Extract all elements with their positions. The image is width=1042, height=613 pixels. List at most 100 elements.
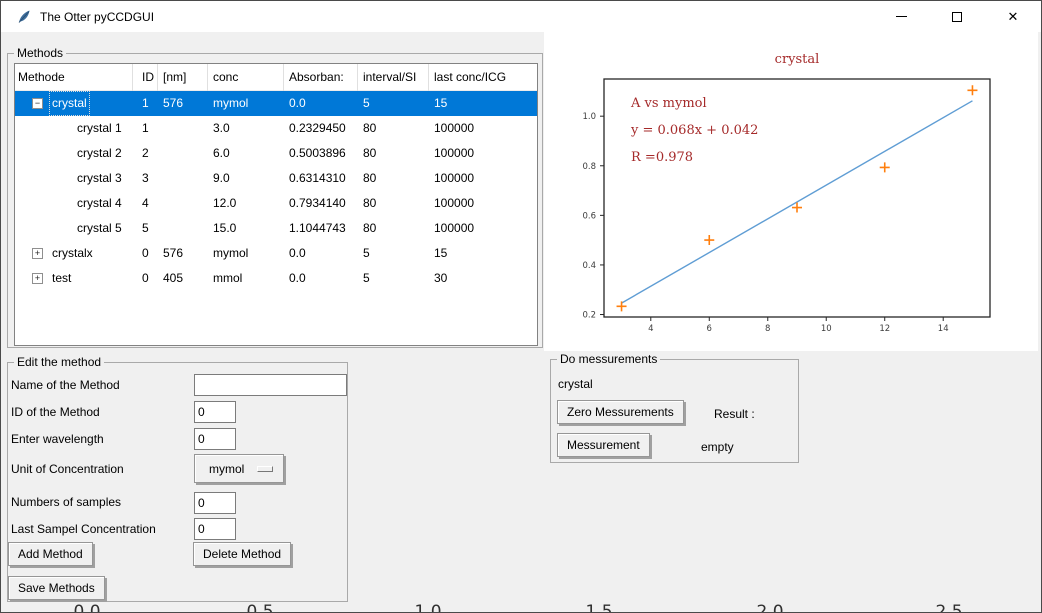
minimize-button[interactable]: [873, 1, 929, 32]
window-title: The Otter pyCCDGUI: [40, 10, 154, 24]
expand-icon[interactable]: +: [32, 248, 43, 259]
tree-row-label: crystal 4: [74, 191, 125, 216]
maximize-icon: [952, 12, 962, 22]
maximize-button[interactable]: [929, 1, 985, 32]
app-window: The Otter pyCCDGUI ✕ crystal4681012140.2…: [0, 0, 1042, 613]
column-header-id[interactable]: ID: [133, 64, 158, 91]
unit-of-concentration-label: Unit of Concentration: [11, 462, 124, 476]
unit-dropdown[interactable]: mymol: [194, 454, 284, 483]
numbers-of-samples-label: Numbers of samples: [11, 495, 121, 509]
calibration-plot: crystal4681012140.20.40.60.81.0A vs mymo…: [544, 32, 1038, 351]
tree-cell: 5: [358, 241, 429, 266]
measurements-panel-label: Do messurements: [557, 352, 660, 366]
column-header-conc[interactable]: conc: [208, 64, 284, 91]
selected-method-label: crystal: [558, 377, 593, 391]
tree-cell: 80: [358, 141, 429, 166]
tree-cell: 576: [158, 91, 208, 116]
tree-cell: 15.0: [208, 216, 284, 241]
zero-measurements-button[interactable]: Zero Messurements: [557, 400, 684, 424]
name-of-method-label: Name of the Method: [11, 378, 120, 392]
last-sample-concentration-label: Last Sampel Concentration: [11, 522, 156, 536]
tree-cell: 0: [133, 241, 158, 266]
wavelength-input[interactable]: [194, 428, 236, 450]
tree-cell: 4: [133, 191, 158, 216]
tree-cell: 1: [133, 91, 158, 116]
background-tick-label: 2.5: [935, 602, 962, 613]
background-tick-label: 2.0: [756, 602, 783, 613]
x-tick-label: 4: [648, 324, 653, 334]
tree-cell: 5: [133, 216, 158, 241]
column-header-last-conc-icg[interactable]: last conc/ICG: [429, 64, 538, 91]
tree-row-label: crystal 5: [74, 216, 125, 241]
background-tick-label: 0.5: [246, 602, 273, 613]
column-header--nm-[interactable]: [nm]: [158, 64, 208, 91]
plot-title: crystal: [775, 52, 820, 67]
tree-cell: 9.0: [208, 166, 284, 191]
tree-cell: 0.0: [284, 91, 358, 116]
minimize-icon: [896, 16, 907, 17]
tree-cell: mmol: [208, 266, 284, 291]
delete-method-button[interactable]: Delete Method: [193, 542, 291, 566]
tree-row-crystal-5[interactable]: crystal 5515.01.104474380100000: [15, 216, 537, 241]
plot-annotation: A vs mymol: [630, 96, 707, 111]
tree-cell: mymol: [208, 91, 284, 116]
tree-row-crystal[interactable]: −crystal1576mymol0.0515: [15, 91, 537, 116]
tree-cell: 100000: [429, 166, 538, 191]
tree-row-test[interactable]: +test0405mmol0.0530: [15, 266, 537, 291]
tree-cell: 100000: [429, 216, 538, 241]
data-point-marker: [880, 162, 890, 172]
tree-cell: 80: [358, 191, 429, 216]
close-icon: ✕: [1008, 9, 1019, 25]
plot-axes-frame: [604, 79, 990, 317]
tree-cell: 0.0: [284, 266, 358, 291]
x-tick-label: 14: [938, 324, 949, 334]
id-of-method-input[interactable]: [194, 401, 236, 423]
tree-row-crystalx[interactable]: +crystalx0576mymol0.0515: [15, 241, 537, 266]
save-methods-button[interactable]: Save Methods: [8, 576, 105, 600]
tree-row-label: crystalx: [49, 241, 96, 266]
tree-cell: 3: [133, 166, 158, 191]
dropdown-indicator-icon: [257, 466, 273, 472]
result-label: Result :: [714, 407, 755, 421]
tree-row-crystal-1[interactable]: crystal 113.00.232945080100000: [15, 116, 537, 141]
last-sample-concentration-input[interactable]: [194, 518, 236, 540]
result-value: empty: [701, 440, 734, 454]
tree-cell: 0.6314310: [284, 166, 358, 191]
add-method-button[interactable]: Add Method: [8, 542, 93, 566]
x-tick-label: 8: [765, 324, 770, 334]
methods-panel-label: Methods: [14, 46, 66, 60]
tree-cell: 0: [133, 266, 158, 291]
tree-row-crystal-3[interactable]: crystal 339.00.631431080100000: [15, 166, 537, 191]
background-tick-label: 0.0: [73, 602, 100, 613]
methods-panel: Methods MethodeID[nm]concAbsorban:interv…: [7, 53, 543, 348]
column-header-absorban-[interactable]: Absorban:: [284, 64, 358, 91]
tree-cell: mymol: [208, 241, 284, 266]
tree-cell: 12.0: [208, 191, 284, 216]
name-of-method-input[interactable]: [194, 374, 347, 396]
tree-cell: 100000: [429, 191, 538, 216]
measurement-button[interactable]: Messurement: [557, 433, 650, 457]
edit-method-panel-label: Edit the method: [14, 355, 104, 369]
window-controls: ✕: [873, 1, 1041, 32]
column-header-interval-si[interactable]: interval/SI: [358, 64, 429, 91]
tree-cell: 0.2329450: [284, 116, 358, 141]
tree-cell: 576: [158, 241, 208, 266]
tree-cell: 405: [158, 266, 208, 291]
tree-cell: [158, 116, 208, 141]
methods-treeview[interactable]: MethodeID[nm]concAbsorban:interval/SIlas…: [14, 63, 538, 346]
y-tick-label: 0.6: [582, 211, 596, 221]
y-tick-label: 0.2: [582, 311, 596, 321]
expand-icon[interactable]: +: [32, 273, 43, 284]
collapse-icon[interactable]: −: [32, 98, 43, 109]
tree-cell: 2: [133, 141, 158, 166]
x-tick-label: 10: [821, 324, 832, 334]
tree-row-crystal-4[interactable]: crystal 4412.00.793414080100000: [15, 191, 537, 216]
tree-cell: 6.0: [208, 141, 284, 166]
x-tick-label: 6: [707, 324, 712, 334]
data-point-marker: [967, 85, 977, 95]
tree-row-crystal-2[interactable]: crystal 226.00.500389680100000: [15, 141, 537, 166]
background-tick-label: 1.0: [414, 602, 441, 613]
column-header-methode[interactable]: Methode: [15, 64, 133, 91]
numbers-of-samples-input[interactable]: [194, 492, 236, 514]
close-button[interactable]: ✕: [985, 1, 1041, 32]
